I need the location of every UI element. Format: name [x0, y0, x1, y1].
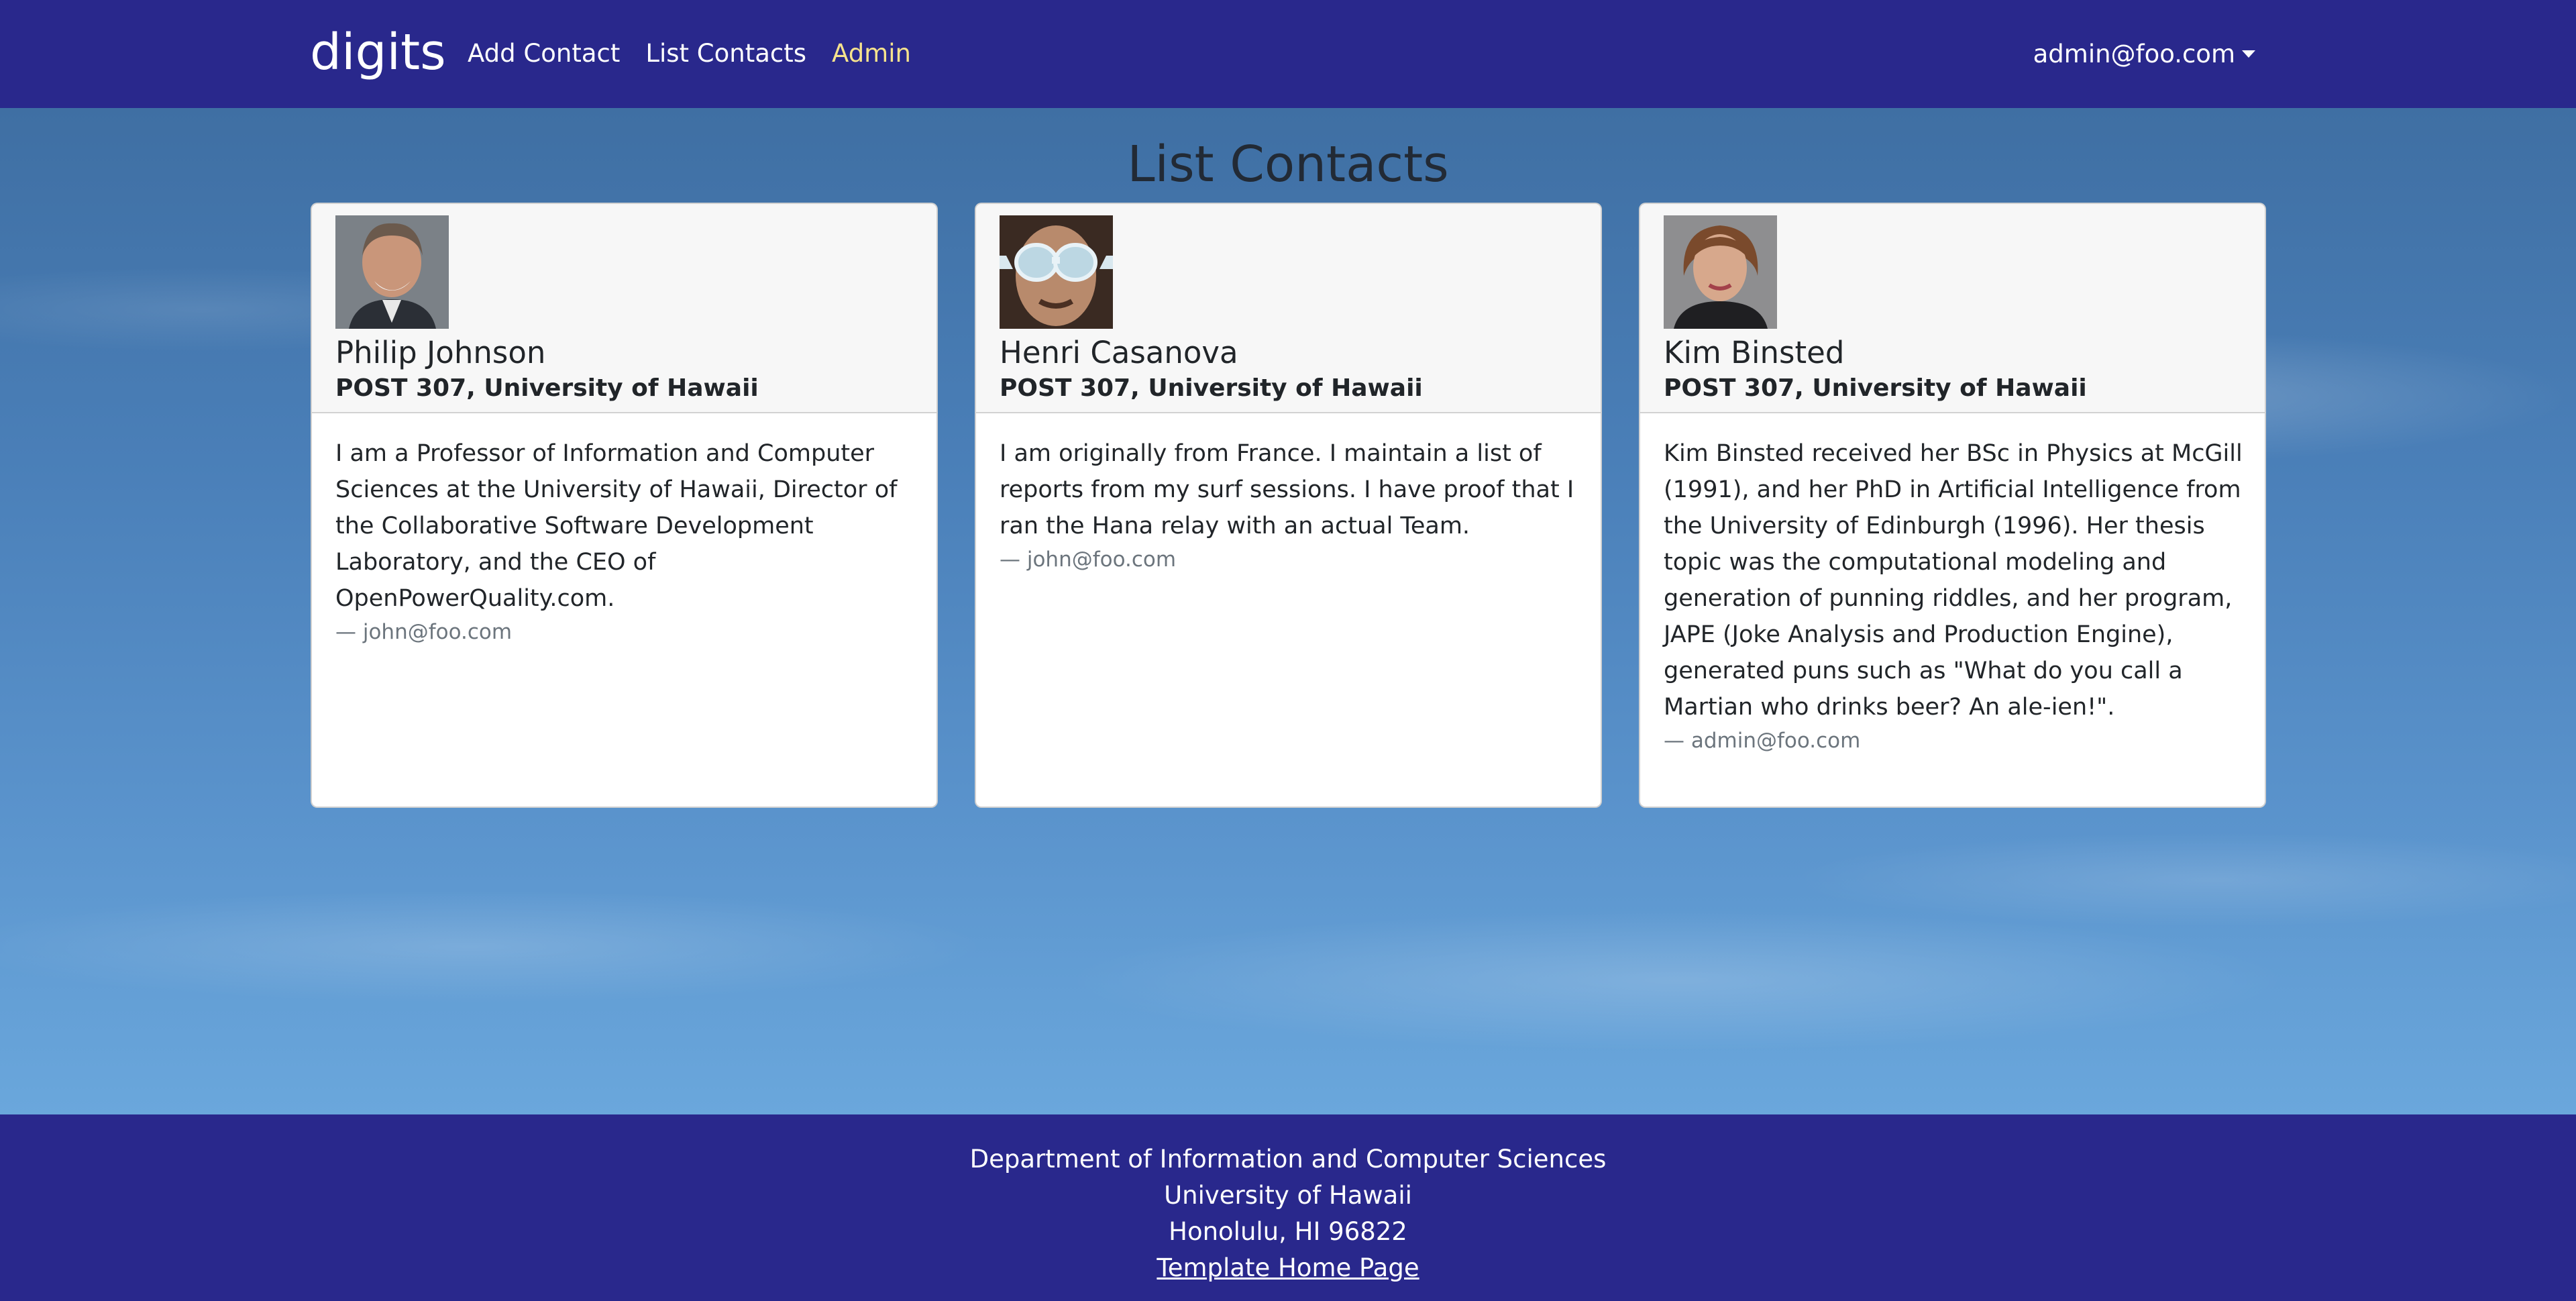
contact-owner: — john@foo.com: [1000, 548, 1177, 572]
contact-name: Henri Casanova: [1000, 335, 1238, 370]
avatar: [1000, 215, 1113, 329]
nav-link-add-contact[interactable]: Add Contact: [468, 37, 620, 70]
top-navbar: digits Add Contact List Contacts Admin a…: [0, 0, 2576, 108]
contact-description: I am a Professor of Information and Comp…: [335, 440, 898, 612]
footer-university: University of Hawaii: [1164, 1181, 1412, 1210]
card-header: Kim Binsted POST 307, University of Hawa…: [1640, 204, 2265, 413]
page-footer: Department of Information and Computer S…: [0, 1114, 2576, 1301]
user-email: admin@foo.com: [2033, 39, 2235, 68]
user-dropdown[interactable]: admin@foo.com: [2033, 37, 2255, 70]
template-home-link[interactable]: Template Home Page: [1157, 1253, 1419, 1282]
page-title: List Contacts: [1127, 136, 1449, 193]
avatar: [1664, 215, 1777, 329]
contact-owner: — john@foo.com: [335, 620, 513, 644]
avatar: [335, 215, 449, 329]
contact-description: I am originally from France. I maintain …: [1000, 440, 1574, 539]
card-body: Kim Binsted received her BSc in Physics …: [1664, 435, 2247, 756]
nav-link-admin[interactable]: Admin: [832, 37, 911, 70]
contact-card: Philip Johnson POST 307, University of H…: [311, 203, 938, 808]
contact-owner: — admin@foo.com: [1664, 729, 1861, 753]
footer-department: Department of Information and Computer S…: [969, 1145, 1607, 1174]
brand-logo-link[interactable]: digits: [310, 19, 446, 86]
contact-card: Henri Casanova POST 307, University of H…: [975, 203, 1602, 808]
card-header: Henri Casanova POST 307, University of H…: [976, 204, 1601, 413]
contact-address: POST 307, University of Hawaii: [1664, 374, 2087, 402]
card-body: I am originally from France. I maintain …: [1000, 435, 1583, 575]
contact-name: Kim Binsted: [1664, 335, 1845, 370]
nav-links: Add Contact List Contacts Admin: [468, 37, 936, 70]
nav-link-list-contacts[interactable]: List Contacts: [645, 37, 806, 70]
card-body: I am a Professor of Information and Comp…: [335, 435, 919, 647]
contact-description: Kim Binsted received her BSc in Physics …: [1664, 440, 2243, 721]
contact-address: POST 307, University of Hawaii: [1000, 374, 1423, 402]
card-header: Philip Johnson POST 307, University of H…: [312, 204, 936, 413]
footer-city: Honolulu, HI 96822: [1169, 1217, 1407, 1246]
contact-name: Philip Johnson: [335, 335, 546, 370]
contact-address: POST 307, University of Hawaii: [335, 374, 759, 402]
contact-card: Kim Binsted POST 307, University of Hawa…: [1639, 203, 2266, 808]
caret-down-icon: [2242, 50, 2255, 58]
